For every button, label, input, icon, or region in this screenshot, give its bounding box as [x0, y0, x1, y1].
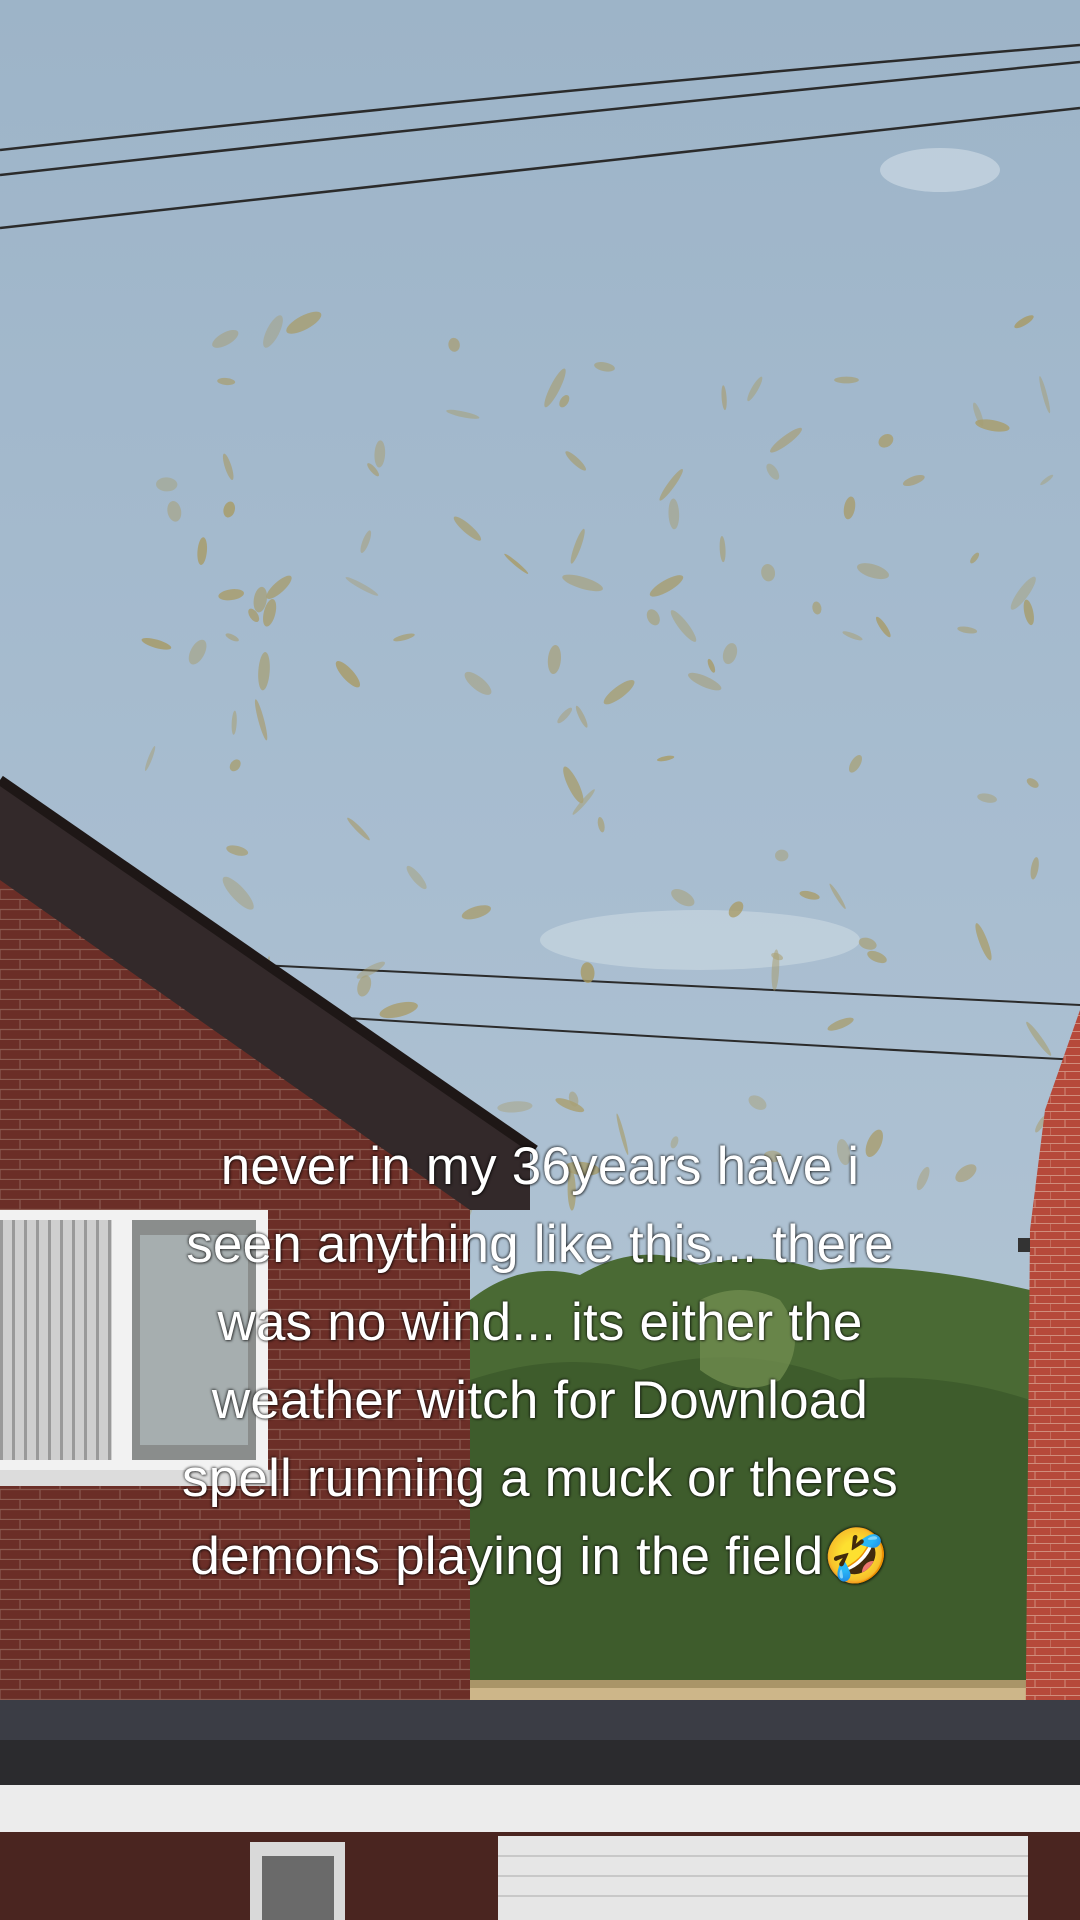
- photo-scene: never in my 36years have i seen anything…: [0, 0, 1080, 1920]
- video-caption: never in my 36years have i seen anything…: [40, 1128, 1040, 1596]
- caption-line: was no wind... its either the: [217, 1293, 863, 1352]
- caption-line: seen anything like this... there: [186, 1215, 894, 1274]
- caption-line: spell running a muck or theres: [182, 1449, 898, 1508]
- caption-line: demons playing in the field🤣: [190, 1527, 890, 1586]
- caption-line: weather witch for Download: [211, 1371, 869, 1430]
- background-photo: [0, 0, 1080, 1920]
- caption-line: never in my 36years have i: [220, 1137, 860, 1196]
